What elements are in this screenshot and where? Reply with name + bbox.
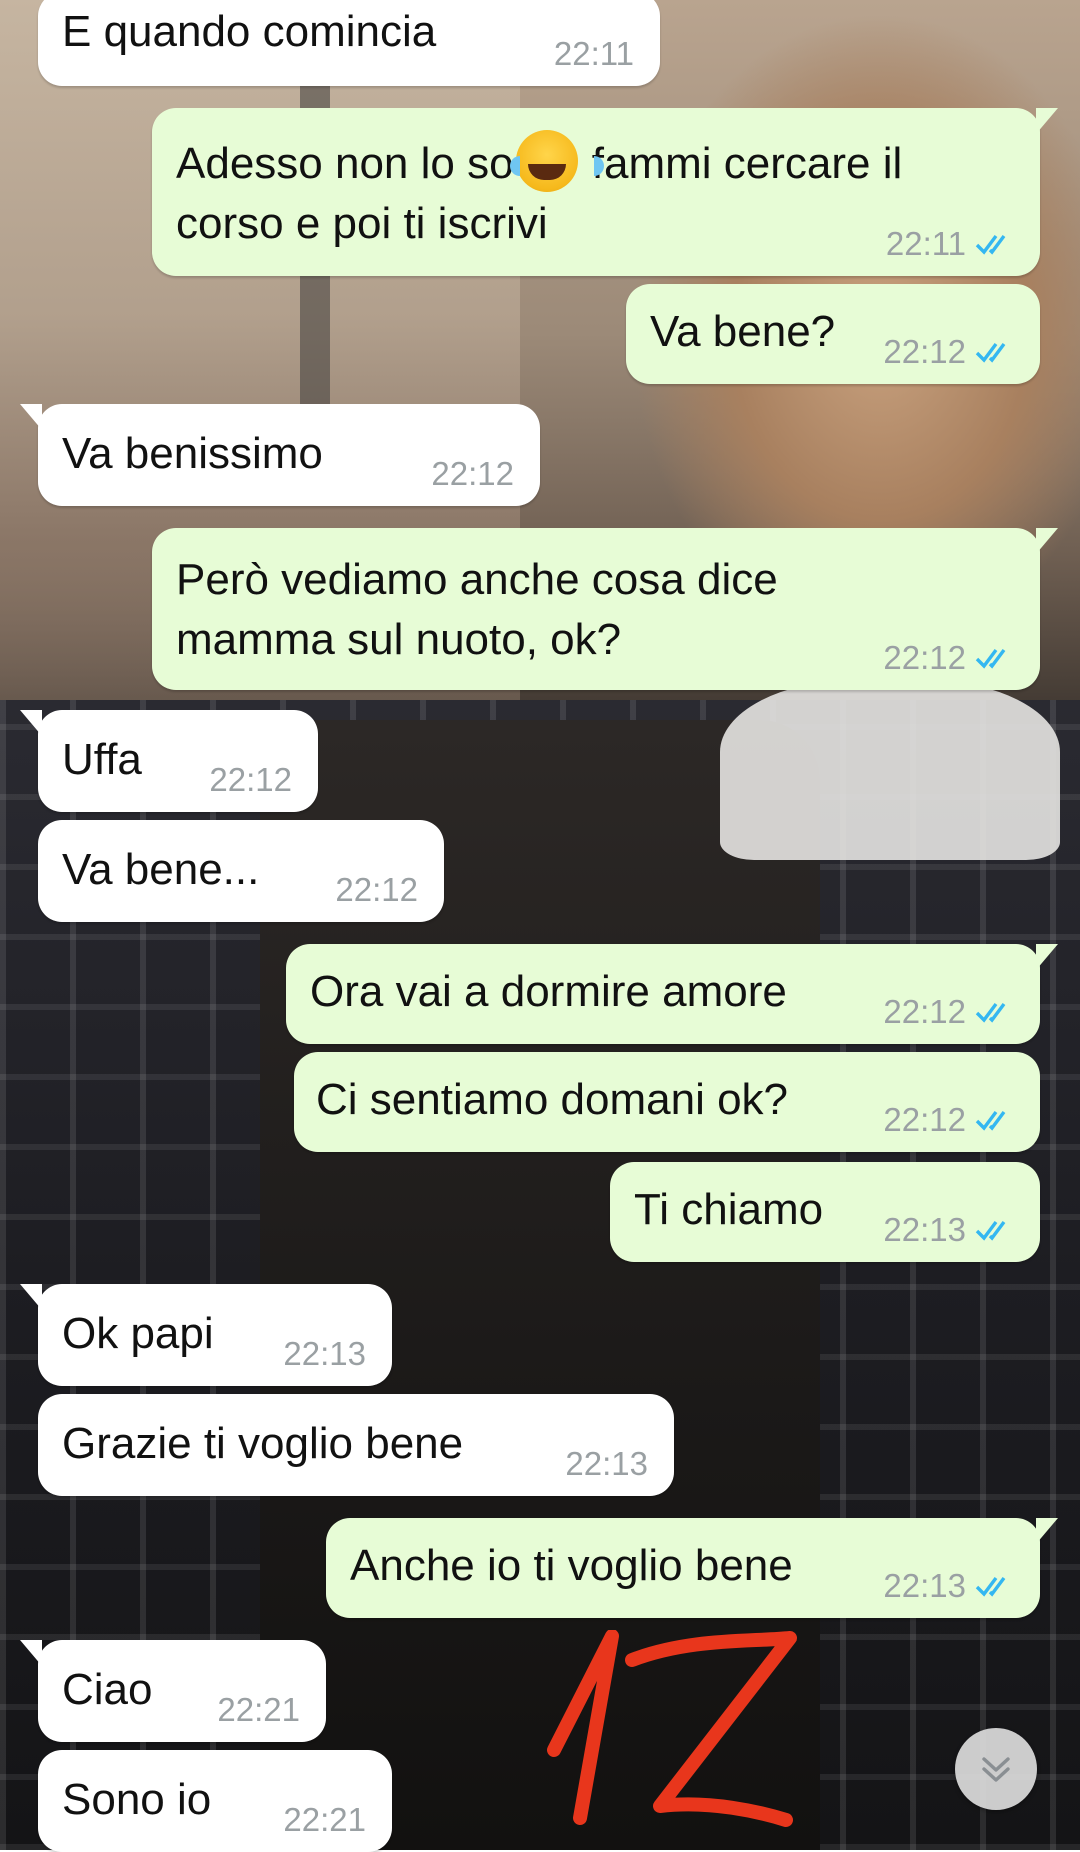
message-outgoing[interactable]: Ci sentiamo domani ok? 22:12 — [294, 1052, 1040, 1152]
handwritten-annotation-12 — [547, 1630, 797, 1827]
double-check-icon — [974, 1572, 1014, 1600]
double-check-icon — [974, 998, 1014, 1026]
message-incoming[interactable]: Ciao 22:21 — [20, 1640, 326, 1742]
message-time: 22:12 — [335, 871, 418, 908]
message-text: Grazie ti voglio bene — [62, 1419, 464, 1468]
message-incoming[interactable]: Va bene... 22:12 — [38, 820, 444, 922]
message-incoming[interactable]: Va benissimo 22:12 — [20, 404, 540, 506]
message-outgoing[interactable]: Ora vai a dormire amore 22:12 — [286, 944, 1058, 1044]
message-time: 22:11 — [553, 35, 634, 72]
face-with-tears-of-joy-icon — [509, 130, 604, 192]
double-chevron-down-icon — [982, 1757, 1010, 1782]
double-check-icon — [974, 338, 1014, 366]
double-check-icon — [974, 230, 1014, 258]
message-time: 22:12 — [883, 1100, 1014, 1140]
message-time: 22:21 — [283, 1801, 366, 1838]
message-time: 22:11 — [886, 224, 1014, 264]
message-time: 22:12 — [883, 992, 1014, 1032]
message-time: 22:21 — [217, 1691, 300, 1728]
message-incoming[interactable]: Sono io 22:21 — [38, 1750, 392, 1852]
message-time: 22:13 — [883, 1210, 1014, 1250]
message-incoming[interactable]: Grazie ti voglio bene 22:13 — [38, 1394, 674, 1496]
message-outgoing[interactable]: Però vediamo anche cosa dice mamma sul n… — [152, 528, 1058, 690]
double-check-icon — [974, 644, 1014, 672]
message-outgoing[interactable]: Va bene? 22:12 — [626, 284, 1040, 384]
message-outgoing[interactable]: Ti chiamo 22:13 — [610, 1162, 1040, 1262]
scroll-to-bottom-button[interactable] — [955, 1728, 1037, 1810]
message-text: E quando comincia — [62, 7, 437, 56]
message-outgoing[interactable]: Anche io ti voglio bene 22:13 — [326, 1518, 1058, 1618]
message-time: 22:13 — [565, 1445, 648, 1482]
message-incoming[interactable]: Uffa 22:12 — [20, 710, 318, 812]
double-check-icon — [974, 1216, 1014, 1244]
message-list[interactable]: E quando comincia 22:11 Adesso non lo so… — [0, 0, 1080, 1852]
message-outgoing[interactable]: Adesso non lo so fammi cercare il corso … — [152, 108, 1058, 276]
message-time: 22:12 — [883, 638, 1014, 678]
message-time: 22:13 — [883, 1566, 1014, 1606]
message-time: 22:13 — [283, 1335, 366, 1372]
double-check-icon — [974, 1106, 1014, 1134]
message-time: 22:12 — [431, 455, 514, 492]
message-time: 22:12 — [209, 761, 292, 798]
message-time: 22:12 — [883, 332, 1014, 372]
message-incoming[interactable]: Ok papi 22:13 — [20, 1284, 392, 1386]
message-incoming[interactable]: E quando comincia 22:11 — [38, 0, 660, 86]
